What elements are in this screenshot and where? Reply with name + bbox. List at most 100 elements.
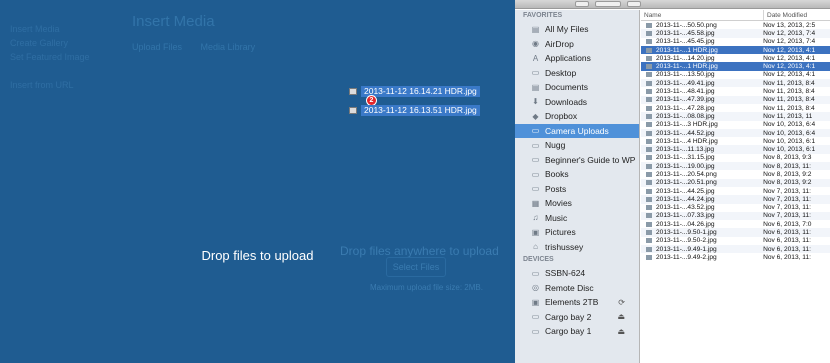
file-row[interactable]: 2013-11-...9.50-2.jpg Nov 6, 2013, 11: (641, 237, 830, 245)
file-row[interactable]: 2013-11-...9.49-1.jpg Nov 6, 2013, 11: (641, 245, 830, 254)
device-item-elements-2tb[interactable]: ▣ Elements 2TB ⟳ (515, 295, 639, 310)
file-rows: 2013-11-...50.50.png Nov 13, 2013, 2:5 201… (641, 21, 830, 262)
file-row[interactable]: 2013-11-...48.41.jpg Nov 11, 2013, 8:4 (641, 87, 830, 95)
sidebar-create-gallery[interactable]: Create Gallery (10, 36, 120, 50)
favorites-header: FAVORITES (523, 12, 563, 19)
sidebar-item-label: Music (545, 212, 568, 223)
file-row[interactable]: 2013-11-...19.00.jpg Nov 8, 2013, 11: (641, 162, 830, 171)
file-row[interactable]: 2013-11-...9.50-1.jpg Nov 6, 2013, 11: (641, 228, 830, 237)
sidebar-item-beginner-s-guide-to-wp[interactable]: ▭ Beginner's Guide to WP (515, 153, 639, 168)
view-mode-button[interactable] (595, 1, 621, 7)
file-row[interactable]: 2013-11-...1 HDR.jpg Nov 12, 2013, 4:1 (641, 62, 830, 71)
file-row[interactable]: 2013-11-...45.58.jpg Nov 12, 2013, 7:4 (641, 29, 830, 38)
device-item-cargo-bay-1[interactable]: ▭ Cargo bay 1 ⏏ (515, 324, 639, 339)
image-file-icon (646, 22, 652, 28)
sidebar-item-downloads[interactable]: ⬇ Downloads (515, 95, 639, 110)
image-file-icon (646, 39, 652, 45)
sidebar-item-airdrop[interactable]: ◉ AirDrop (515, 37, 639, 52)
sidebar-item-label: Pictures (545, 227, 576, 238)
folder-icon: ▭ (531, 155, 540, 165)
sidebar-set-featured-image[interactable]: Set Featured Image (10, 50, 120, 64)
image-file-icon (646, 254, 652, 260)
file-row[interactable]: 2013-11-...47.39.jpg Nov 11, 2013, 8:4 (641, 95, 830, 104)
file-row[interactable]: 2013-11-...1 HDR.jpg Nov 12, 2013, 4:1 (641, 45, 830, 55)
file-date-modified: Nov 11, 2013, 8:4 (763, 88, 815, 96)
file-row[interactable]: 2013-11-...9.49-2.jpg Nov 6, 2013, 11: (641, 253, 830, 261)
dragged-file[interactable]: 2013-11-12 16.13.51 HDR.jpg (349, 105, 480, 116)
file-name: 2013-11-...3 HDR.jpg (656, 121, 718, 129)
file-date-modified: Nov 7, 2013, 11: (763, 195, 811, 203)
sidebar-item-label: Applications (545, 53, 591, 64)
file-row[interactable]: 2013-11-...47.28.jpg Nov 11, 2013, 8:4 (641, 104, 830, 112)
folder-icon: ▭ (531, 140, 540, 150)
sidebar-item-nugg[interactable]: ▭ Nugg (515, 138, 639, 153)
device-item-remote-disc[interactable]: ◎ Remote Disc (515, 281, 639, 296)
eject-icon[interactable]: ⏏ (617, 327, 625, 336)
file-row[interactable]: 2013-11-...4 HDR.jpg Nov 10, 2013, 6:1 (641, 137, 830, 145)
device-item-label: SSBN-624 (545, 268, 586, 279)
file-date-modified: Nov 6, 2013, 7:0 (763, 220, 812, 228)
column-date-modified[interactable]: Date Modified (764, 10, 807, 20)
sidebar-item-books[interactable]: ▭ Books (515, 167, 639, 182)
file-date-modified: Nov 10, 2013, 6:4 (763, 129, 816, 137)
device-item-ssbn-624[interactable]: ▭ SSBN-624 (515, 266, 639, 281)
file-row[interactable]: 2013-11-...07.33.jpg Nov 7, 2013, 11: (641, 211, 830, 221)
sidebar-item-trishussey[interactable]: ⌂ trishussey (515, 240, 639, 255)
sidebar-item-pictures[interactable]: ▣ Pictures (515, 225, 639, 240)
image-file-icon (646, 180, 652, 186)
tab-upload-files[interactable]: Upload Files (132, 42, 182, 52)
pictures-icon: ▣ (531, 227, 540, 237)
sidebar-insert-from-url[interactable]: Insert from URL (10, 78, 120, 92)
file-name: 2013-11-...07.33.jpg (656, 212, 715, 220)
sidebar-item-all-my-files[interactable]: ▤ All My Files (515, 22, 639, 37)
file-row[interactable]: 2013-11-...20.51.png Nov 8, 2013, 9:2 (641, 178, 830, 187)
sidebar-item-label: Beginner's Guide to WP (545, 154, 636, 165)
device-item-cargo-bay-2[interactable]: ▭ Cargo bay 2 ⏏ (515, 310, 639, 325)
tab-media-library[interactable]: Media Library (201, 42, 256, 52)
file-row[interactable]: 2013-11-...08.08.jpg Nov 11, 2013, 11 (641, 112, 830, 121)
file-row[interactable]: 2013-11-...04.26.jpg Nov 6, 2013, 7:0 (641, 220, 830, 228)
sidebar-item-movies[interactable]: ▦ Movies (515, 196, 639, 211)
eject-icon[interactable]: ⟳ (618, 298, 625, 307)
eject-icon[interactable]: ⏏ (617, 312, 625, 321)
file-name: 2013-11-...20.54.png (656, 170, 717, 178)
file-row[interactable]: 2013-11-...44.52.jpg Nov 10, 2013, 6:4 (641, 128, 830, 138)
file-row[interactable]: 2013-11-...31.15.jpg Nov 8, 2013, 9:3 (641, 154, 830, 162)
file-row[interactable]: 2013-11-...43.52.jpg Nov 7, 2013, 11: (641, 204, 830, 212)
file-row[interactable]: 2013-11-...45.45.jpg Nov 12, 2013, 7:4 (641, 38, 830, 46)
arrange-button[interactable] (627, 1, 641, 7)
sidebar-insert-media[interactable]: Insert Media (10, 22, 120, 36)
sidebar-item-label: AirDrop (545, 38, 574, 49)
sidebar-item-dropbox[interactable]: ◆ Dropbox (515, 109, 639, 124)
sidebar-item-applications[interactable]: A Applications (515, 51, 639, 66)
sidebar-item-documents[interactable]: ▤ Documents (515, 80, 639, 95)
sidebar-item-posts[interactable]: ▭ Posts (515, 182, 639, 197)
file-row[interactable]: 2013-11-...3 HDR.jpg Nov 10, 2013, 6:4 (641, 121, 830, 129)
sidebar-item-camera-uploads[interactable]: ▭ Camera Uploads (515, 123, 639, 138)
column-name[interactable]: Name (641, 10, 764, 20)
file-name: 2013-11-...14.20.jpg (656, 54, 715, 62)
sidebar-item-desktop[interactable]: ▭ Desktop (515, 66, 639, 81)
file-date-modified: Nov 12, 2013, 4:1 (763, 63, 816, 71)
sidebar-item-music[interactable]: ♫ Music (515, 211, 639, 226)
media-drop-overlay[interactable]: Insert Media Create Gallery Set Featured… (0, 0, 515, 363)
file-row[interactable]: 2013-11-...13.50.jpg Nov 12, 2013, 4:1 (641, 71, 830, 79)
sidebar-item-label: Nugg (545, 140, 566, 151)
file-date-modified: Nov 6, 2013, 11: (763, 229, 811, 237)
file-row[interactable]: 2013-11-...50.50.png Nov 13, 2013, 2:5 (641, 21, 830, 29)
back-forward-button[interactable] (575, 1, 589, 7)
file-row[interactable]: 2013-11-...44.24.jpg Nov 7, 2013, 11: (641, 195, 830, 204)
file-date-modified: Nov 12, 2013, 7:4 (763, 29, 816, 37)
home-icon: ⌂ (533, 242, 538, 252)
sidebar-item-label: Posts (545, 183, 567, 194)
file-row[interactable]: 2013-11-...49.41.jpg Nov 11, 2013, 8:4 (641, 79, 830, 88)
file-row[interactable]: 2013-11-...20.54.png Nov 8, 2013, 9:2 (641, 170, 830, 178)
file-row[interactable]: 2013-11-...44.25.jpg Nov 7, 2013, 11: (641, 187, 830, 195)
file-name: 2013-11-...13.50.jpg (656, 71, 715, 79)
file-name: 2013-11-...4 HDR.jpg (656, 137, 718, 145)
image-file-icon (646, 238, 652, 244)
image-file-icon (349, 88, 357, 95)
file-name: 2013-11-...50.50.png (656, 21, 717, 29)
file-row[interactable]: 2013-11-...14.20.jpg Nov 12, 2013, 4:1 (641, 54, 830, 62)
file-row[interactable]: 2013-11-...11.13.jpg Nov 10, 2013, 6:1 (641, 145, 830, 154)
